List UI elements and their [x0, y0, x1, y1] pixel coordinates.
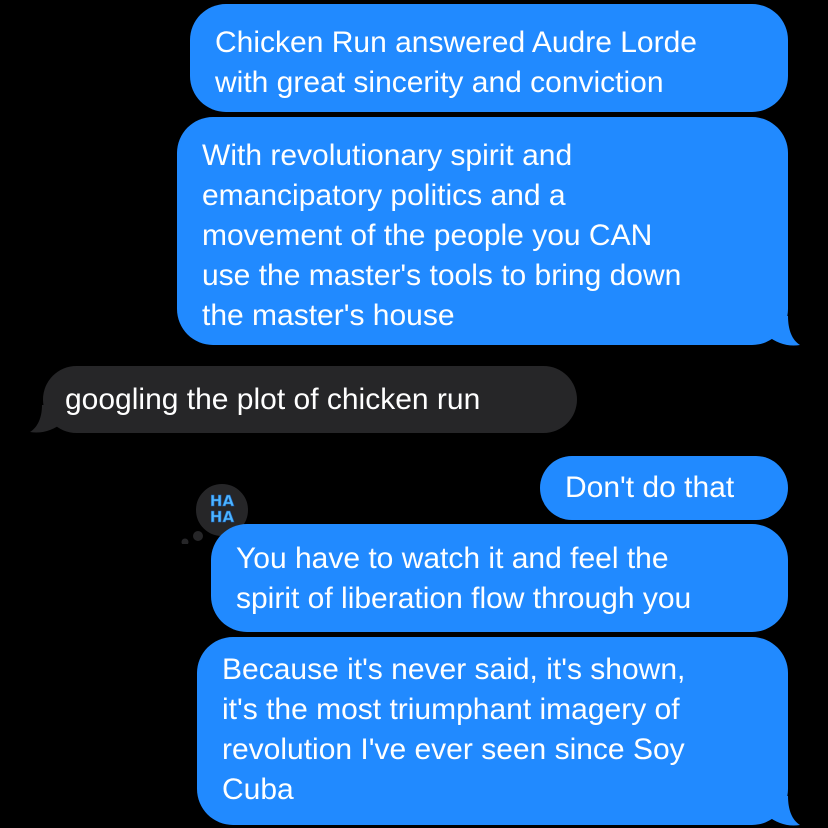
sent-bubble-tail-icon [768, 316, 800, 346]
message-line: movement of the people you CAN [202, 219, 653, 252]
message-line: it's the most triumphant imagery of [222, 693, 680, 726]
received-bubble-tail-icon [30, 405, 62, 433]
message-line: emancipatory politics and a [202, 179, 566, 212]
message-line: spirit of liberation flow through you [236, 582, 692, 615]
message-bubble-sent[interactable]: With revolutionary spirit and emancipato… [177, 117, 788, 345]
message-line: With revolutionary spirit and [202, 139, 573, 172]
message-line: with great sincerity and conviction [215, 66, 664, 99]
message-bubble-sent[interactable]: You have to watch it and feel the spirit… [211, 524, 788, 632]
message-line: revolution I've ever seen since Soy [222, 733, 685, 766]
message-bubble-received[interactable]: googling the plot of chicken run [43, 366, 577, 433]
sent-bubble-tail-icon [768, 796, 800, 826]
message-line: You have to watch it and feel the [236, 542, 669, 575]
message-bubble-sent[interactable]: Because it's never said, it's shown, it'… [197, 637, 788, 825]
tapback-label: HA [210, 508, 235, 526]
message-bubble-sent[interactable]: Chicken Run answered Audre Lorde with gr… [190, 4, 788, 112]
message-line: Because it's never said, it's shown, [222, 653, 686, 686]
message-line: Chicken Run answered Audre Lorde [215, 26, 697, 59]
message-line: Don't do that [565, 471, 735, 504]
message-bubble-sent[interactable]: Don't do that [540, 456, 788, 520]
message-line: googling the plot of chicken run [65, 383, 481, 416]
message-line: the master's house [202, 299, 455, 332]
message-line: use the master's tools to bring down [202, 259, 682, 292]
message-line: Cuba [222, 773, 294, 806]
